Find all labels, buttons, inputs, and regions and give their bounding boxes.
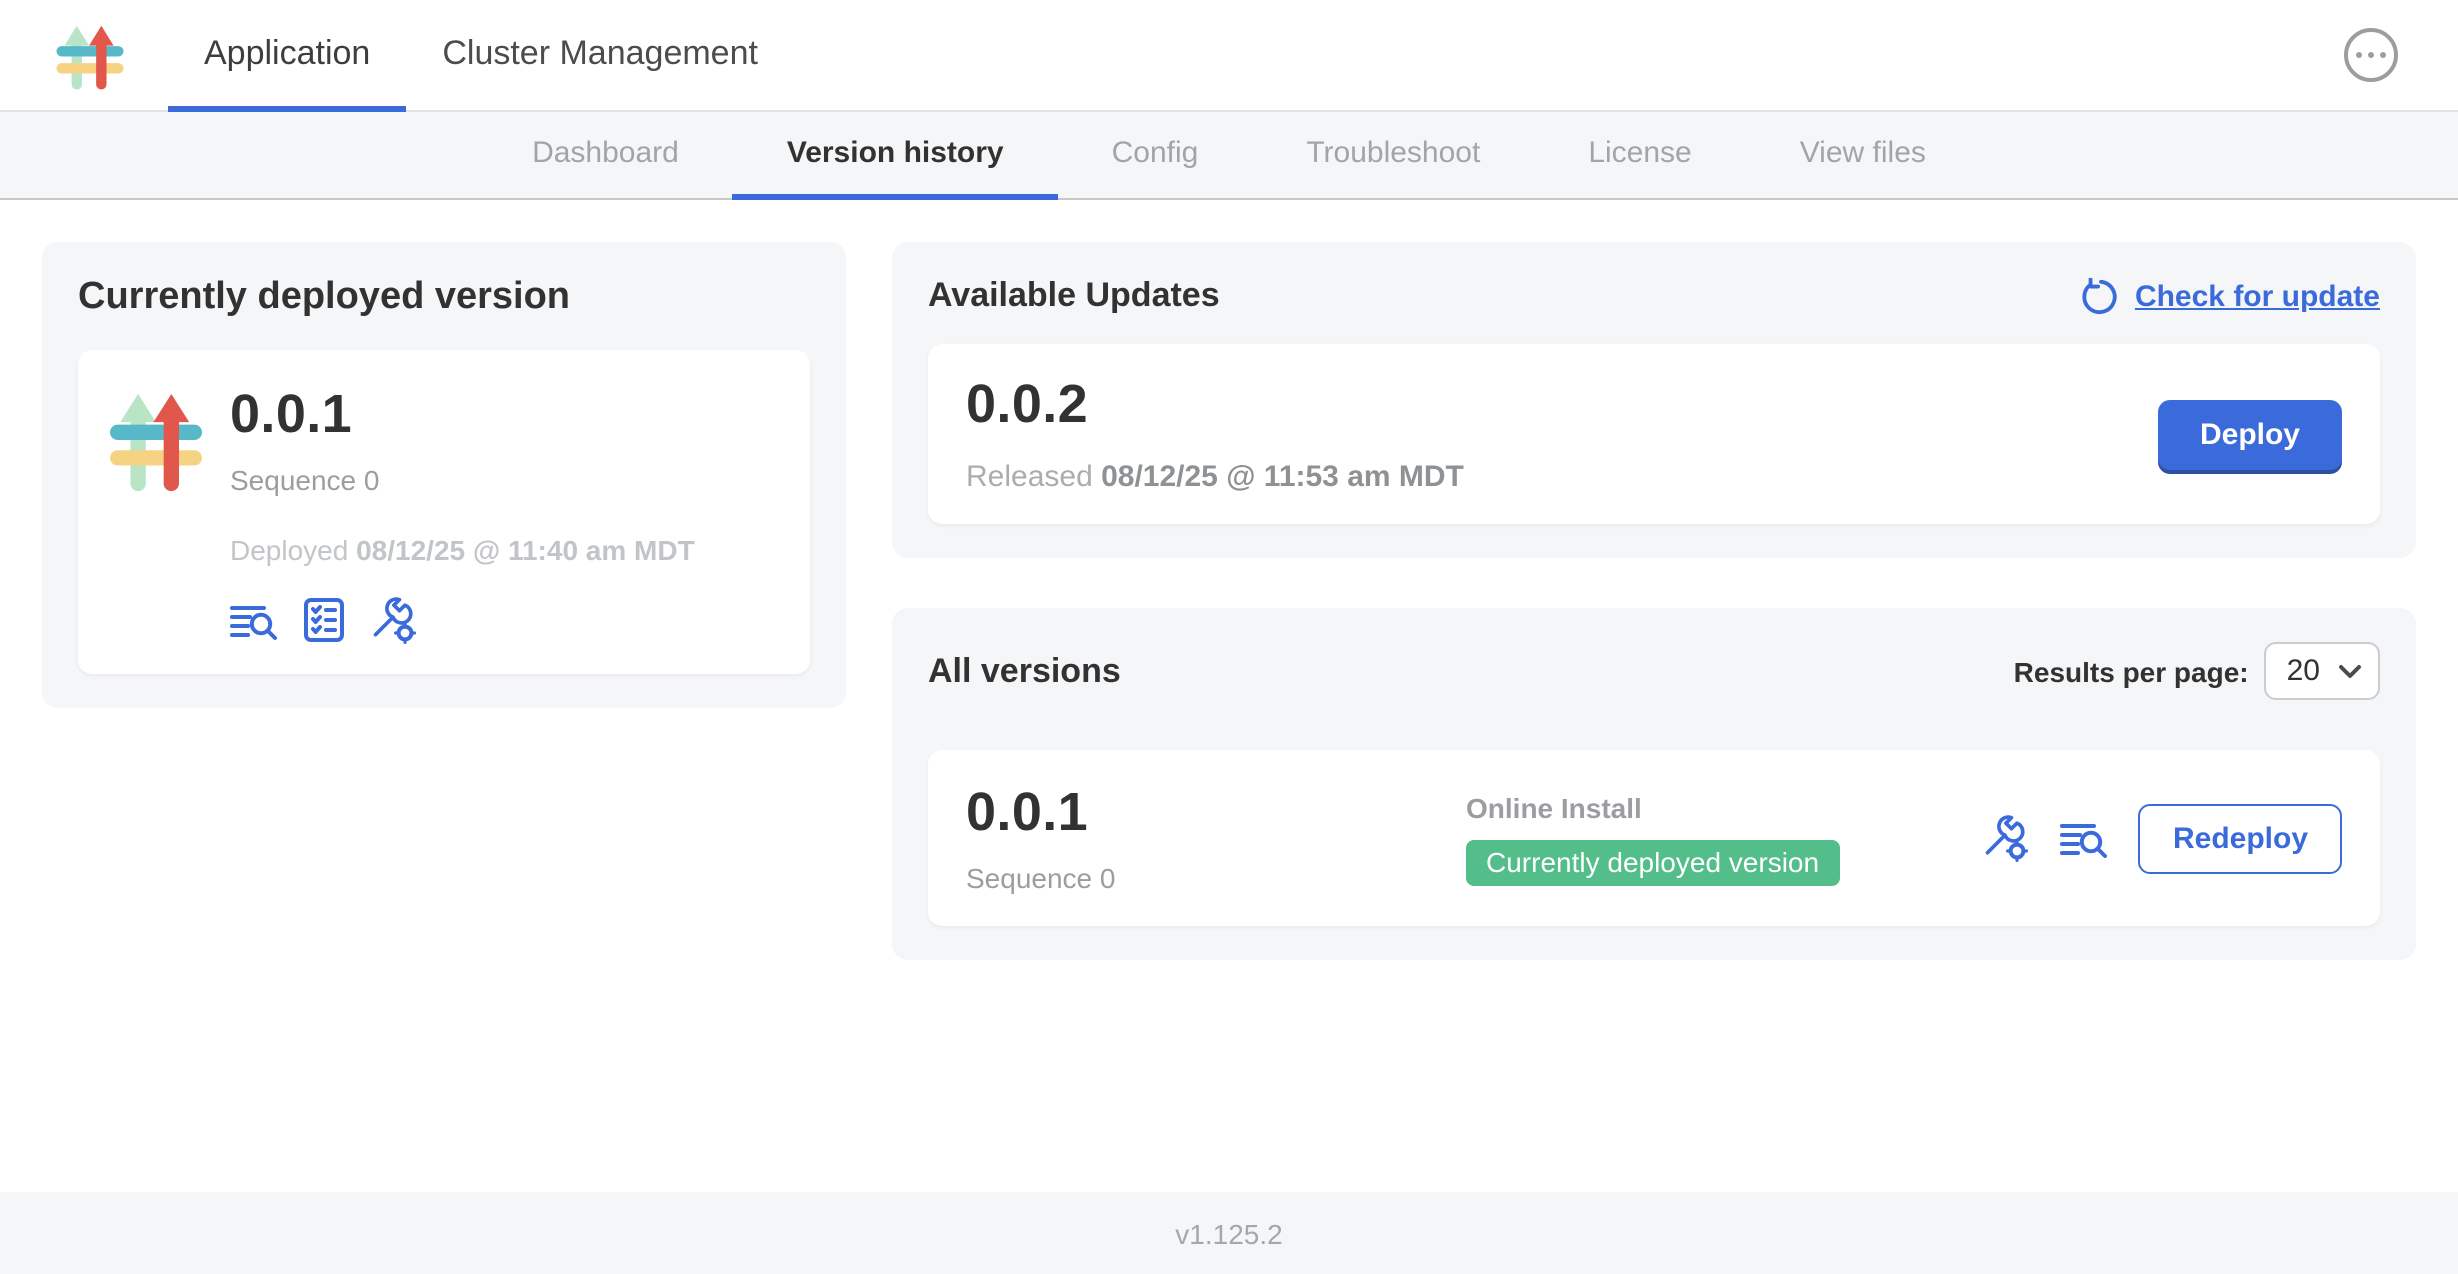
update-released-timestamp: Released 08/12/25 @ 11:53 am MDT bbox=[966, 460, 1464, 494]
subnav-view-files[interactable]: View files bbox=[1746, 112, 1980, 200]
subnav-version-history[interactable]: Version history bbox=[733, 112, 1058, 200]
update-version-number: 0.0.2 bbox=[966, 374, 1464, 436]
currently-deployed-card: Currently deployed version 0.0.1 Sequenc… bbox=[42, 242, 846, 708]
preflight-checklist-icon[interactable] bbox=[302, 596, 346, 644]
currently-deployed-title: Currently deployed version bbox=[78, 276, 810, 320]
currently-deployed-badge: Currently deployed version bbox=[1466, 839, 1839, 885]
install-type-label: Online Install bbox=[1466, 791, 1983, 823]
redeploy-button[interactable]: Redeploy bbox=[2139, 803, 2342, 873]
top-header: Application Cluster Management bbox=[0, 0, 2458, 112]
version-row-actions: Redeploy bbox=[1983, 803, 2342, 873]
header-spacer bbox=[794, 0, 2344, 110]
subnav-config[interactable]: Config bbox=[1058, 112, 1253, 200]
update-details: 0.0.2 Released 08/12/25 @ 11:53 am MDT bbox=[966, 374, 1464, 494]
chevron-down-icon bbox=[2338, 663, 2362, 679]
tab-cluster-management[interactable]: Cluster Management bbox=[406, 0, 794, 112]
ellipsis-menu-button[interactable] bbox=[2344, 28, 2398, 82]
logs-icon[interactable] bbox=[230, 598, 278, 642]
results-per-page-select[interactable]: 20 bbox=[2265, 642, 2380, 700]
deployed-timestamp: Deployed 08/12/25 @ 11:40 am MDT bbox=[230, 534, 695, 566]
check-for-update-label: Check for update bbox=[2135, 279, 2380, 313]
row-sequence: Sequence 0 bbox=[966, 862, 1466, 894]
row-version-number: 0.0.1 bbox=[966, 782, 1466, 844]
app-logo bbox=[110, 384, 202, 644]
all-versions-card: All versions Results per page: 20 0.0 bbox=[892, 608, 2416, 960]
available-update-row: 0.0.2 Released 08/12/25 @ 11:53 am MDT D… bbox=[928, 344, 2380, 524]
config-wrench-icon[interactable] bbox=[1983, 814, 2031, 862]
right-column: Available Updates Check for update 0.0.2… bbox=[892, 242, 2416, 960]
deployed-version-details: 0.0.1 Sequence 0 Deployed 08/12/25 @ 11:… bbox=[230, 384, 695, 644]
app-level-tabs: Application Cluster Management bbox=[168, 0, 794, 110]
page-subnav: Dashboard Version history Config Trouble… bbox=[0, 112, 2458, 200]
tab-application[interactable]: Application bbox=[168, 0, 406, 112]
version-row: 0.0.1 Sequence 0 Online Install Currentl… bbox=[928, 750, 2380, 926]
deployed-timestamp-date: 08/12/25 @ 11:40 am MDT bbox=[356, 534, 695, 566]
available-updates-card: Available Updates Check for update 0.0.2… bbox=[892, 242, 2416, 558]
main-content: Currently deployed version 0.0.1 Sequenc… bbox=[0, 200, 2458, 1192]
refresh-icon bbox=[2083, 277, 2121, 315]
results-per-page-label: Results per page: bbox=[2014, 655, 2249, 687]
config-wrench-icon[interactable] bbox=[370, 596, 418, 644]
footer: v1.125.2 bbox=[0, 1192, 2458, 1274]
app-root: Application Cluster Management Dashboard… bbox=[0, 0, 2458, 1274]
app-logo-icon bbox=[56, 21, 124, 89]
console-version: v1.125.2 bbox=[1175, 1217, 1282, 1249]
deployed-version-number: 0.0.1 bbox=[230, 384, 695, 446]
subnav-dashboard[interactable]: Dashboard bbox=[478, 112, 733, 200]
ellipsis-dot bbox=[2380, 52, 2387, 59]
app-logo-icon bbox=[110, 388, 202, 492]
logs-icon[interactable] bbox=[2061, 816, 2109, 860]
app-logo bbox=[56, 20, 124, 90]
deployed-sequence: Sequence 0 bbox=[230, 464, 695, 496]
subnav-license[interactable]: License bbox=[1534, 112, 1745, 200]
version-row-status-block: Online Install Currently deployed versio… bbox=[1466, 791, 1983, 885]
ellipsis-dot bbox=[2368, 52, 2375, 59]
results-per-page-value: 20 bbox=[2287, 654, 2320, 688]
available-updates-title: Available Updates bbox=[928, 276, 1220, 316]
deployed-action-icons bbox=[230, 596, 695, 644]
check-for-update-link[interactable]: Check for update bbox=[2083, 277, 2380, 315]
version-row-version-block: 0.0.1 Sequence 0 bbox=[966, 782, 1466, 894]
all-versions-title: All versions bbox=[928, 651, 1121, 691]
deployed-version-panel: 0.0.1 Sequence 0 Deployed 08/12/25 @ 11:… bbox=[78, 350, 810, 674]
subnav-troubleshoot[interactable]: Troubleshoot bbox=[1252, 112, 1534, 200]
results-per-page: Results per page: 20 bbox=[2014, 642, 2380, 700]
update-released-date: 08/12/25 @ 11:53 am MDT bbox=[1101, 460, 1464, 494]
deploy-button[interactable]: Deploy bbox=[2158, 399, 2342, 469]
ellipsis-dot bbox=[2356, 52, 2363, 59]
